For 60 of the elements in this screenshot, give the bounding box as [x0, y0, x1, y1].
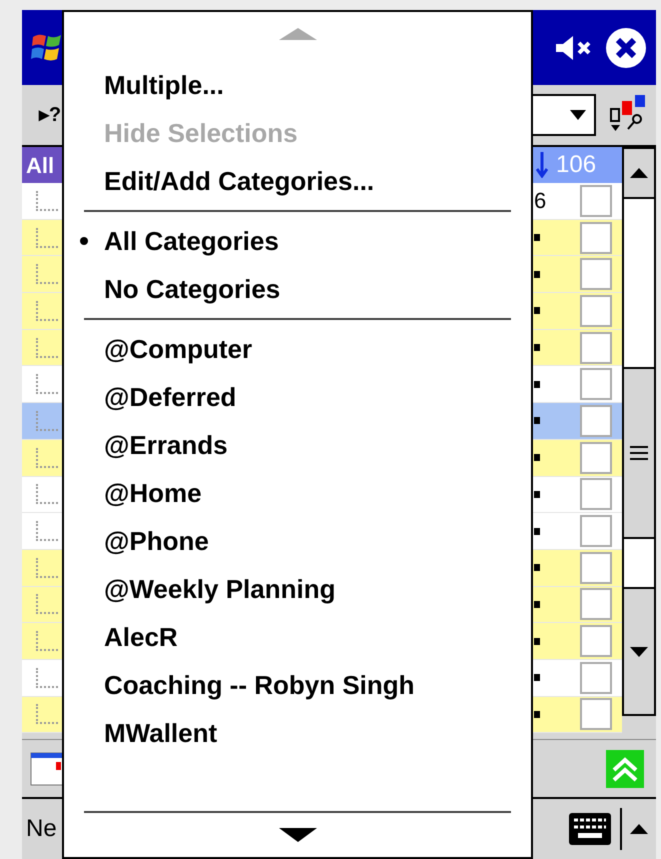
calendar-icon[interactable] [30, 752, 64, 786]
tree-line [36, 228, 58, 248]
tree-line [36, 338, 58, 358]
tree-line [36, 521, 58, 542]
task-checkbox[interactable] [580, 515, 612, 548]
task-checkbox[interactable] [580, 625, 612, 658]
task-checkbox[interactable] [580, 332, 612, 364]
task-checkbox[interactable] [580, 404, 612, 437]
row-text: 6 [534, 187, 546, 216]
menu-scroll-down-icon[interactable] [278, 828, 316, 842]
menu-item[interactable]: @Deferred [104, 378, 236, 416]
task-checkbox[interactable] [580, 184, 612, 217]
scroll-thumb-grip-icon[interactable] [630, 446, 648, 460]
keyboard-icon[interactable] [568, 812, 612, 846]
task-checkbox[interactable] [580, 662, 612, 694]
dropdown-arrow-icon [570, 110, 586, 120]
tree-line [36, 190, 58, 211]
task-checkbox[interactable] [580, 698, 612, 730]
menu-item[interactable]: @Home [104, 474, 202, 512]
tree-line [36, 264, 58, 284]
scrollbar[interactable] [622, 147, 656, 716]
tree-line [36, 300, 58, 321]
tree-line [36, 484, 58, 504]
task-checkbox[interactable] [580, 368, 612, 400]
task-checkbox[interactable] [580, 478, 612, 510]
menu-item[interactable]: @Errands [104, 426, 228, 464]
scroll-up-icon[interactable] [630, 168, 648, 178]
menu-item[interactable]: Coaching -- Robyn Singh [104, 666, 415, 704]
tree-line [36, 374, 58, 394]
menu-scroll-up-icon[interactable] [278, 28, 316, 40]
menu-item[interactable]: No Categories [104, 270, 280, 308]
menu-item[interactable]: AlecR [104, 618, 178, 656]
tree-line [36, 448, 58, 468]
menu-item[interactable]: @Phone [104, 522, 209, 560]
tree-line [36, 631, 58, 652]
new-button[interactable]: Ne [26, 811, 57, 847]
tree-line [36, 558, 58, 578]
task-checkbox[interactable] [580, 552, 612, 584]
tree-line [36, 704, 58, 724]
tree-line [36, 668, 58, 688]
help-button[interactable]: ▸? [30, 95, 70, 135]
menu-item[interactable]: @Computer [104, 330, 252, 368]
scroll-down-icon[interactable] [630, 646, 648, 656]
menu-item[interactable]: @Weekly Planning [104, 570, 336, 608]
tree-line [36, 410, 58, 431]
task-checkbox[interactable] [580, 222, 612, 254]
task-checkbox[interactable] [580, 294, 612, 327]
menu-item[interactable]: MWallent [104, 714, 218, 752]
menu-item[interactable]: Multiple... [104, 66, 224, 104]
close-icon[interactable] [604, 26, 648, 70]
category-header: All [22, 147, 62, 183]
task-checkbox[interactable] [580, 258, 612, 290]
caret-icon[interactable] [630, 824, 648, 834]
menu-item[interactable]: All Categories [104, 222, 279, 260]
task-count: 106 [556, 150, 596, 180]
task-checkbox[interactable] [580, 442, 612, 474]
tree-line [36, 594, 58, 614]
sort-arrow-icon[interactable] [536, 152, 548, 178]
task-checkbox[interactable] [580, 588, 612, 620]
menu-item[interactable]: Edit/Add Categories... [104, 162, 374, 200]
